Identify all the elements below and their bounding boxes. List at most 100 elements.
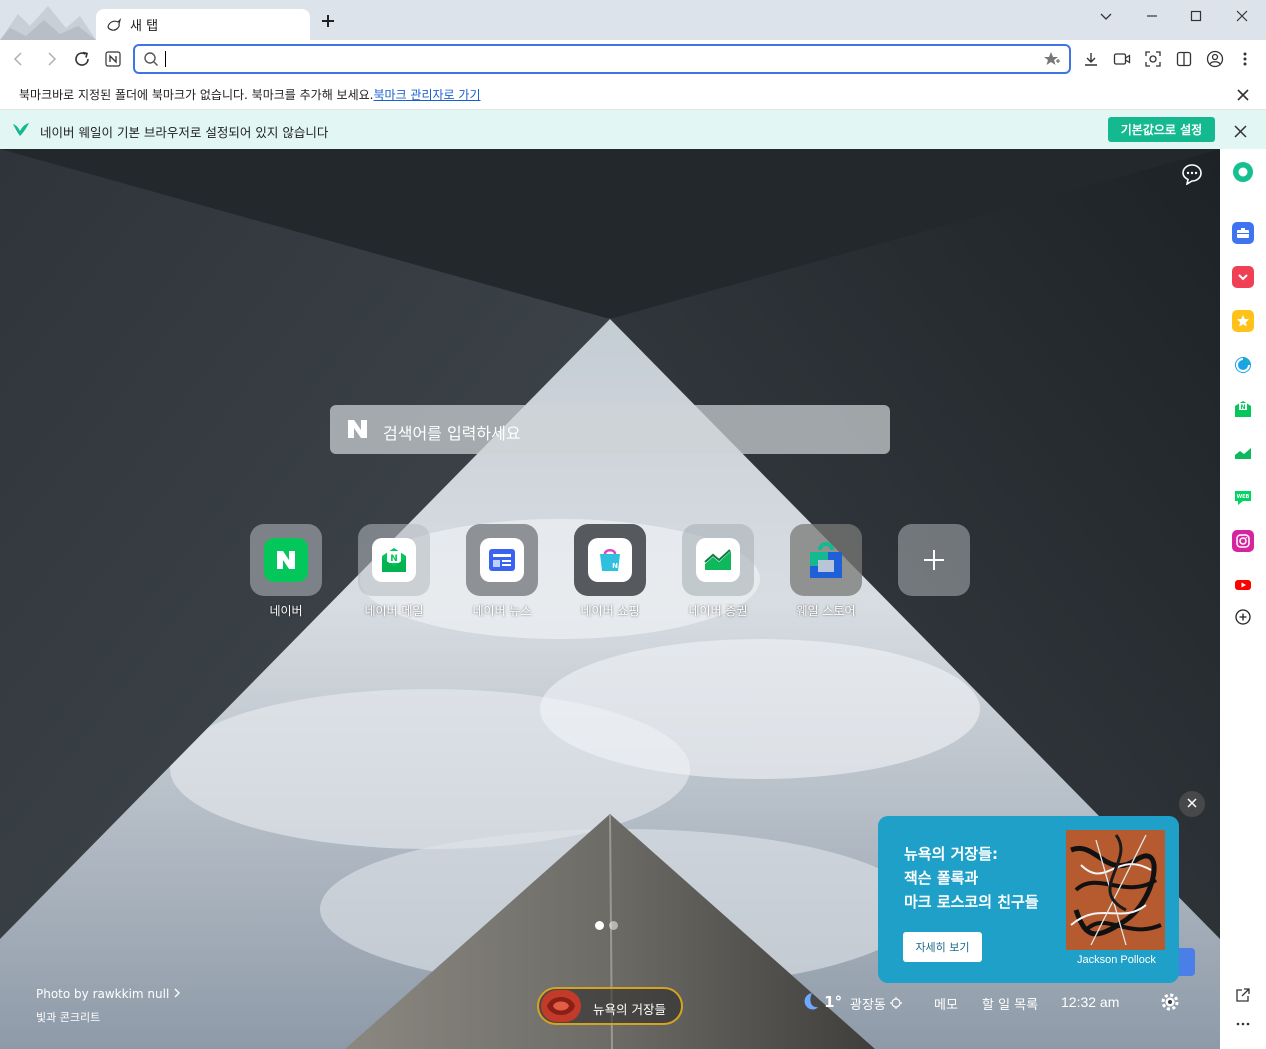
shortcut-label: 웨일 스토어: [796, 604, 856, 618]
forward-button[interactable]: [40, 48, 62, 70]
globe-refresh-icon: [1235, 357, 1251, 373]
shortcut-tile: N: [358, 524, 430, 596]
feedback-button[interactable]: [1181, 163, 1203, 189]
downloads-button[interactable]: [1080, 48, 1102, 70]
sidebar-item-webtoon[interactable]: WEB: [1232, 486, 1254, 508]
tab-search-button[interactable]: [1083, 0, 1129, 32]
exhibition-promo-card[interactable]: 뉴욕의 거장들: 잭슨 폴록과 마크 로스코의 친구들 자세히 보기 Jacks…: [878, 816, 1179, 983]
exhibition-pill-label: 뉴욕의 거장들: [593, 1002, 666, 1017]
capture-button[interactable]: [1142, 48, 1164, 70]
close-icon: [1236, 10, 1248, 22]
bookmark-manager-link[interactable]: 북마크 관리자로 가기: [374, 88, 481, 102]
address-input[interactable]: [169, 49, 1029, 69]
svg-text:WEB: WEB: [1237, 494, 1250, 500]
bookmark-star-icon[interactable]: [1043, 51, 1061, 67]
arrow-left-icon: [13, 52, 22, 66]
green-circle-icon: [1233, 162, 1253, 182]
maximize-icon: [1190, 10, 1202, 22]
shortcut-whale-store[interactable]: 웨일 스토어: [778, 524, 874, 619]
video-button[interactable]: [1111, 48, 1133, 70]
shortcut-naver[interactable]: 네이버: [238, 524, 334, 619]
close-icon: [1237, 89, 1249, 101]
naver-home-button[interactable]: [102, 48, 124, 70]
promo-title-line1: 뉴욕의 거장들:: [904, 845, 999, 863]
sidebar-item-toolbox[interactable]: [1232, 222, 1254, 244]
close-icon: [1234, 125, 1247, 138]
naver-stock-icon: [696, 538, 740, 582]
shortcut-tile: [250, 524, 322, 596]
location-target-icon: [890, 997, 903, 1009]
promo-title-line2: 잭슨 폴록과: [904, 869, 979, 887]
instagram-icon: [1236, 534, 1250, 548]
tab-new-tab[interactable]: 새 탭: [96, 9, 310, 40]
sidebar-item-translate[interactable]: [1232, 354, 1254, 376]
exhibition-pill-button[interactable]: 뉴욕의 거장들: [537, 987, 683, 1025]
back-button[interactable]: [8, 48, 30, 70]
settings-button[interactable]: [1160, 992, 1180, 1016]
menu-button[interactable]: [1234, 48, 1256, 70]
split-view-button[interactable]: [1173, 48, 1195, 70]
sidebar-item-green-dot[interactable]: [1232, 161, 1254, 183]
naver-mail-icon: N: [372, 538, 416, 582]
sidebar-more-button[interactable]: [1232, 1013, 1254, 1035]
address-bar[interactable]: [133, 44, 1071, 74]
pocket-icon: [1238, 274, 1248, 281]
youtube-icon: [1235, 580, 1251, 590]
infobar-close-button[interactable]: [1234, 123, 1247, 142]
whale-theme-decoration: [0, 6, 96, 40]
shortcut-naver-stock[interactable]: 네이버 증권: [670, 524, 766, 619]
shortcut-label: 네이버 뉴스: [472, 604, 532, 618]
shortcut-naver-shopping[interactable]: N 네이버 쇼핑: [562, 524, 658, 619]
add-circle-icon: [1235, 609, 1251, 625]
sidebar-item-stock[interactable]: [1232, 442, 1254, 464]
minimize-button[interactable]: [1129, 0, 1175, 32]
sidebar-item-instagram[interactable]: [1232, 530, 1254, 552]
shortcut-tile: [682, 524, 754, 596]
gear-icon: [1161, 993, 1179, 1011]
plus-icon: [924, 550, 944, 570]
infobar-message: 네이버 웨일이 기본 브라우저로 설정되어 있지 않습니다: [40, 125, 329, 140]
shortcut-tile: [898, 524, 970, 596]
shortcut-label: 네이버: [269, 604, 303, 618]
sidebar-item-bookmarks[interactable]: [1232, 310, 1254, 332]
close-window-button[interactable]: [1219, 0, 1265, 32]
promo-artist-name: Jackson Pollock: [1077, 954, 1156, 966]
set-default-button[interactable]: 기본값으로 설정: [1108, 117, 1215, 142]
weather-location-text: 광장동: [850, 998, 886, 1013]
pager-dot-active[interactable]: [595, 921, 604, 930]
bookmarks-empty-message: 북마크바로 지정된 폴더에 북마크가 없습니다. 북마크를 추가해 보세요.북마…: [19, 86, 481, 103]
sidebar-item-pocket[interactable]: [1232, 266, 1254, 288]
new-tab-button[interactable]: [318, 12, 338, 32]
weather-temperature: 1°: [824, 993, 843, 1011]
promo-close-button[interactable]: [1179, 791, 1205, 817]
profile-button[interactable]: [1204, 48, 1226, 70]
more-vertical-icon: [1243, 52, 1247, 66]
naver-shopping-icon: N: [588, 538, 632, 582]
shortcut-naver-mail[interactable]: N 네이버 메일: [346, 524, 442, 619]
shortcut-label: 네이버 쇼핑: [580, 604, 640, 618]
pollock-artwork-image: [1066, 830, 1165, 950]
weather-widget[interactable]: 1°: [798, 991, 842, 1013]
stock-chart-icon: [1235, 448, 1251, 459]
sidebar-item-youtube[interactable]: [1232, 574, 1254, 596]
memo-link[interactable]: 메모: [934, 994, 958, 1013]
promo-details-button[interactable]: 자세히 보기: [903, 932, 982, 962]
add-shortcut-button[interactable]: [886, 524, 982, 596]
bookmarks-bar-close-button[interactable]: [1236, 87, 1250, 106]
todo-link[interactable]: 할 일 목록: [982, 994, 1038, 1013]
chevron-right-icon: [174, 988, 181, 998]
star-icon: [1237, 315, 1249, 327]
naver-search-box[interactable]: 검색어를 입력하세요: [330, 405, 890, 454]
right-sidebar: N WEB: [1220, 149, 1266, 1049]
naver-n-icon: [348, 420, 367, 438]
reload-button[interactable]: [71, 48, 93, 70]
minimize-icon: [1147, 15, 1157, 17]
sidebar-add-button[interactable]: [1232, 606, 1254, 628]
shortcut-naver-news[interactable]: 네이버 뉴스: [454, 524, 550, 619]
photo-credit-link[interactable]: Photo by rawkkim null: [36, 987, 181, 1001]
sidebar-open-external-button[interactable]: [1232, 984, 1254, 1006]
maximize-button[interactable]: [1173, 0, 1219, 32]
sidebar-item-naver-mail[interactable]: N: [1232, 398, 1254, 420]
weather-location[interactable]: 광장동: [850, 994, 903, 1013]
pager-dot[interactable]: [609, 921, 618, 930]
